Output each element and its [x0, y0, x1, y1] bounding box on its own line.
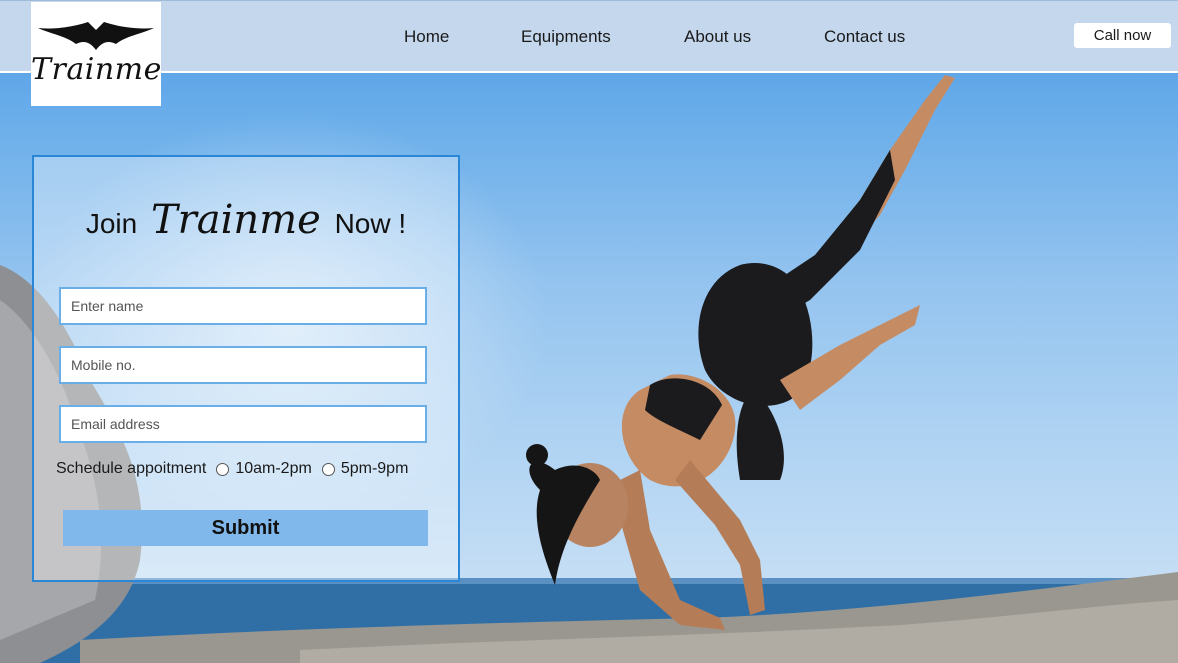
form-title: Join Trainme Now !	[34, 197, 458, 243]
form-title-prefix: Join	[85, 208, 138, 239]
slot-radio-morning[interactable]	[216, 462, 230, 476]
slot-radio-evening[interactable]	[321, 462, 335, 476]
email-field[interactable]	[59, 405, 427, 443]
yoga-figure	[526, 75, 955, 630]
mobile-field[interactable]	[59, 346, 427, 384]
nav-home[interactable]: Home	[404, 27, 449, 47]
nav-contact-us[interactable]: Contact us	[824, 27, 905, 47]
bat-wing-logo-icon	[38, 22, 154, 50]
name-field[interactable]	[59, 287, 427, 325]
join-form: Join Trainme Now ! Schedule appoitment 1…	[32, 155, 460, 582]
call-now-button[interactable]: Call now	[1074, 23, 1171, 48]
schedule-row: Schedule appoitment 10am-2pm 5pm-9pm	[56, 460, 408, 478]
form-title-suffix: Now !	[334, 208, 407, 239]
site-header: Home Equipments About us Contact us Call…	[0, 0, 1178, 73]
logo-wordmark: Trainme	[31, 52, 162, 87]
nav-about-us[interactable]: About us	[684, 27, 751, 47]
site-logo[interactable]: Trainme	[31, 2, 161, 106]
nav-equipments[interactable]: Equipments	[521, 27, 611, 47]
form-title-brand: Trainme	[150, 197, 321, 243]
submit-button[interactable]: Submit	[63, 510, 428, 546]
slot-label-evening: 5pm-9pm	[340, 460, 409, 477]
schedule-label: Schedule appoitment	[56, 460, 207, 477]
slot-label-morning: 10am-2pm	[235, 460, 312, 477]
